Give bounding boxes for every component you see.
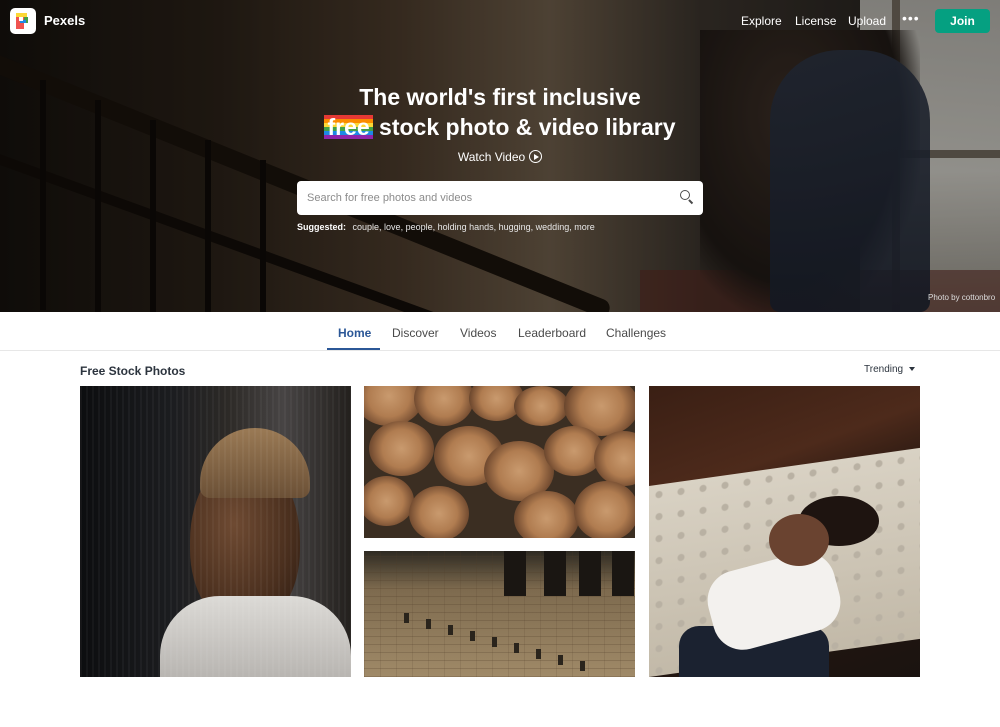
suggested-tags: Suggested: couple, love, people, holding… [297,222,595,232]
section-title: Free Stock Photos [80,364,186,378]
top-navigation: Pexels Explore License Upload ••• Join [0,0,1000,42]
photo-vent [470,631,475,641]
photo-card[interactable] [364,551,635,677]
photo-log [364,476,414,526]
headline-line-1: The world's first inclusive [359,84,641,110]
photo-vent [426,619,431,629]
headline-free: free [324,115,373,139]
nav-link-upload[interactable]: Upload [848,14,886,28]
photo-log [369,421,434,476]
photo-window [544,551,566,596]
watch-video-link[interactable]: Watch Video [0,150,1000,164]
active-tab-indicator [327,348,380,350]
photo-card[interactable] [364,386,635,538]
caret-down-icon [909,367,916,371]
photo-log [409,486,469,538]
nav-link-license[interactable]: License [795,14,836,28]
photo-log [514,491,579,538]
search-bar [297,181,703,215]
suggested-label: Suggested: [297,222,347,232]
photo-window [504,551,526,596]
photo-vent [580,661,585,671]
photo-window [579,551,601,596]
tab-videos[interactable]: Videos [460,326,496,340]
headline-line-2: free stock photo & video library [0,112,1000,142]
tab-home[interactable]: Home [338,326,371,340]
photo-vent [536,649,541,659]
search-icon[interactable] [679,189,695,205]
hero-headline: The world's first inclusive free stock p… [0,82,1000,142]
photo-texture [80,386,351,677]
photo-card[interactable] [80,386,351,677]
play-circle-icon [529,150,543,163]
photo-log [514,386,569,426]
photo-log [574,481,635,538]
suggested-tag-list[interactable]: couple, love, people, holding hands, hug… [353,222,595,232]
tab-discover[interactable]: Discover [392,326,439,340]
photo-vent [514,643,519,653]
photo-credit[interactable]: Photo by cottonbro [928,293,995,302]
headline-line-2-text: stock photo & video library [379,114,676,140]
join-button[interactable]: Join [935,9,990,33]
photo-window [612,551,634,596]
photo-vent [448,625,453,635]
photo-subject [769,514,829,566]
sort-dropdown[interactable]: Trending [864,364,916,375]
photo-card[interactable] [649,386,920,677]
main-tabs: Home Discover Videos Leaderboard Challen… [0,312,1000,351]
brand-name[interactable]: Pexels [44,13,85,28]
photo-log [414,386,474,426]
sort-label: Trending [864,364,904,375]
more-dots-icon[interactable]: ••• [902,10,920,26]
nav-link-explore[interactable]: Explore [741,14,782,28]
watch-video-label: Watch Video [457,150,526,164]
photo-vent [404,613,409,623]
photo-vent [558,655,563,665]
tab-challenges[interactable]: Challenges [606,326,666,340]
search-input[interactable] [307,189,667,207]
pexels-logo-icon[interactable] [10,8,36,34]
tab-leaderboard[interactable]: Leaderboard [518,326,586,340]
photo-vent [492,637,497,647]
